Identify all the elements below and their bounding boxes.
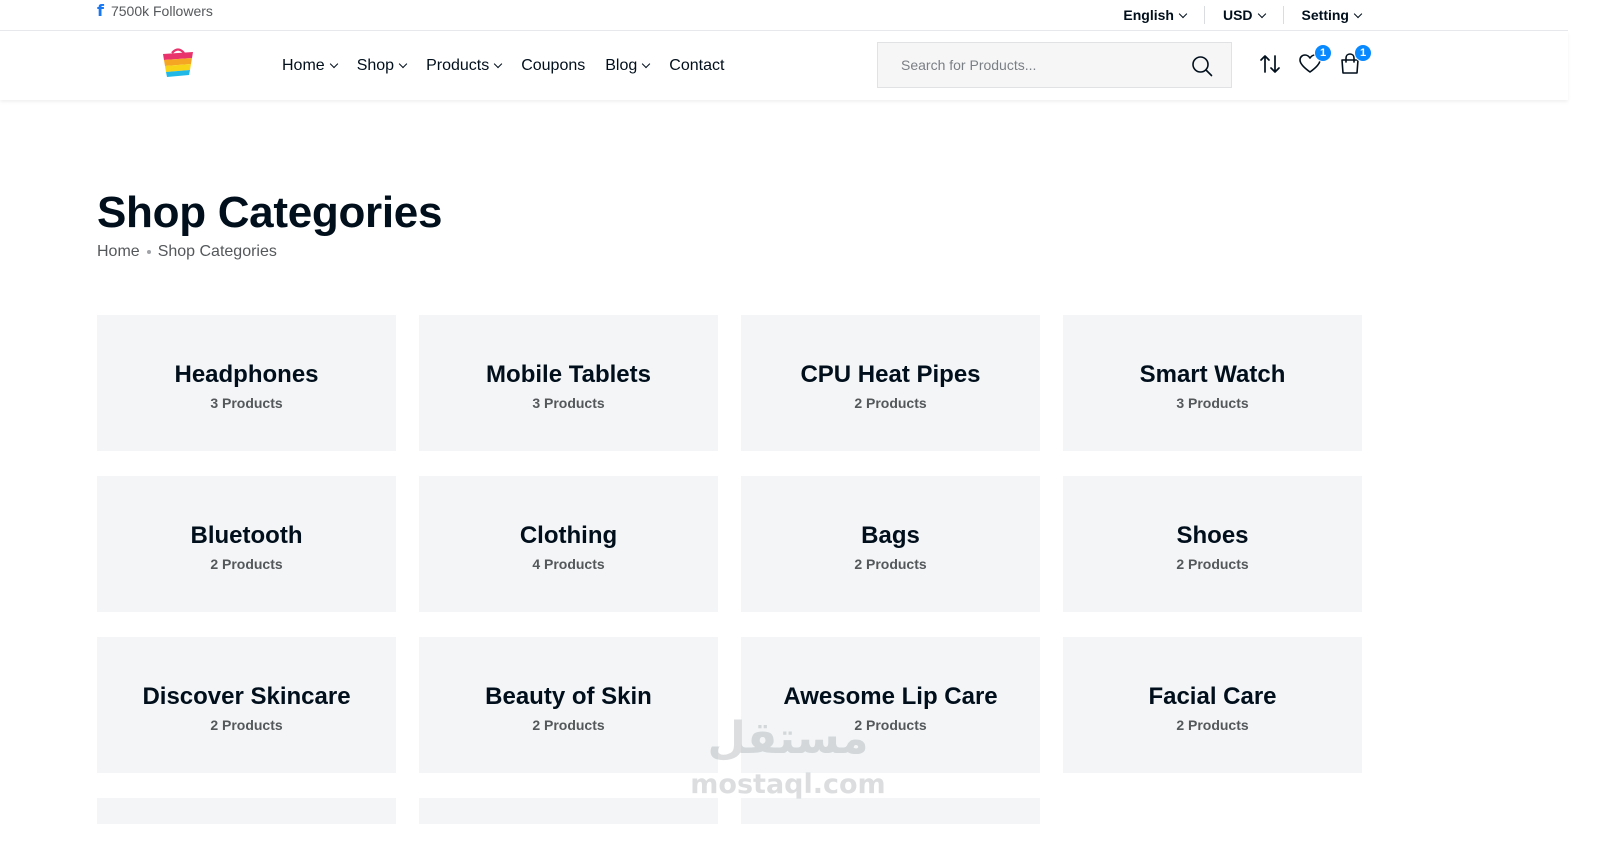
main-header: Home Shop Products Coupons Blog Contact (0, 31, 1568, 100)
nav-item-label: Contact (669, 56, 725, 74)
nav-item-contact[interactable]: Contact (669, 57, 724, 75)
nav-item-label: Shop (356, 56, 395, 74)
main-nav: Home Shop Products Coupons Blog Contact (282, 31, 724, 100)
breadcrumb-separator (146, 250, 151, 254)
category-product-count: 3 Products (532, 395, 605, 411)
category-name: Headphones (174, 361, 319, 388)
nav-item-label: Products (426, 56, 490, 74)
nav-item-home[interactable]: Home (282, 56, 338, 75)
chevron-down-icon (1353, 9, 1363, 18)
category-card[interactable]: Mobile Tablets 3 Products (419, 315, 718, 451)
chevron-down-icon (329, 59, 338, 68)
nav-item-blog[interactable]: Blog (605, 56, 651, 75)
category-product-count: 2 Products (210, 556, 283, 572)
nav-item-coupons[interactable]: Coupons (521, 57, 585, 75)
currency-dropdown[interactable]: USD (1205, 6, 1284, 24)
compare-button[interactable] (1258, 51, 1282, 77)
currency-label: USD (1222, 7, 1253, 23)
category-name: CPU Heat Pipes (800, 361, 981, 388)
category-product-count: 2 Products (854, 717, 927, 733)
compare-arrows-icon (1260, 55, 1280, 73)
setting-dropdown[interactable]: Setting (1284, 6, 1363, 24)
nav-item-label: Home (282, 56, 325, 74)
category-card[interactable]: Facial Care 2 Products (1063, 637, 1362, 773)
category-card[interactable]: Clothing 4 Products (419, 476, 718, 612)
breadcrumb-current: Shop Categories (157, 243, 277, 260)
nav-item-shop[interactable]: Shop (356, 56, 408, 75)
category-product-count: 2 Products (532, 717, 605, 733)
category-name: Discover Skincare (142, 683, 351, 710)
search-input[interactable] (878, 57, 1178, 73)
category-card[interactable] (97, 798, 396, 824)
cart-count-badge: 1 (1354, 44, 1372, 62)
logo[interactable] (160, 47, 196, 79)
category-card[interactable]: Beauty of Skin 2 Products (419, 637, 718, 773)
category-product-count: 3 Products (1176, 395, 1249, 411)
chevron-down-icon (1257, 9, 1266, 18)
category-grid: Headphones 3 Products Mobile Tablets 3 P… (97, 315, 1362, 824)
facebook-icon: f (97, 1, 104, 20)
top-bar-settings: English USD Setting (1105, 0, 1363, 30)
header-actions: 1 1 (1258, 44, 1372, 77)
category-name: Shoes (1176, 522, 1249, 549)
chevron-down-icon (398, 59, 408, 68)
followers-link[interactable]: f 7500k Followers (97, 2, 213, 20)
category-product-count: 2 Products (854, 556, 927, 572)
search-icon[interactable] (1191, 55, 1213, 77)
chevron-down-icon (493, 59, 503, 68)
search-box (877, 42, 1232, 88)
category-name: Smart Watch (1139, 361, 1286, 388)
category-product-count: 3 Products (210, 395, 283, 411)
category-name: Bags (861, 522, 920, 549)
category-name: Mobile Tablets (486, 361, 651, 388)
wishlist-count-badge: 1 (1314, 44, 1332, 62)
category-product-count: 2 Products (1176, 556, 1249, 572)
category-name: Clothing (519, 522, 618, 549)
top-bar: f 7500k Followers English USD Setting (0, 0, 1568, 31)
wishlist-button[interactable]: 1 (1298, 44, 1332, 77)
setting-label: Setting (1301, 7, 1349, 23)
category-name: Awesome Lip Care (783, 683, 998, 710)
shopping-bag-logo-icon (163, 48, 193, 77)
cart-button[interactable]: 1 (1338, 44, 1372, 77)
breadcrumb-home-link[interactable]: Home (97, 243, 140, 261)
category-card[interactable]: Discover Skincare 2 Products (97, 637, 396, 773)
chevron-down-icon (1178, 9, 1188, 18)
category-product-count: 4 Products (532, 556, 605, 572)
language-dropdown[interactable]: English (1105, 6, 1205, 24)
category-name: Beauty of Skin (485, 683, 652, 710)
category-product-count: 2 Products (1176, 717, 1249, 733)
category-name: Facial Care (1148, 683, 1277, 710)
nav-item-label: Blog (605, 56, 638, 74)
category-name: Bluetooth (190, 522, 303, 549)
nav-item-products[interactable]: Products (426, 56, 503, 75)
category-card[interactable]: CPU Heat Pipes 2 Products (741, 315, 1040, 451)
category-card[interactable]: Bluetooth 2 Products (97, 476, 396, 612)
category-card[interactable] (741, 798, 1040, 824)
category-card[interactable]: Smart Watch 3 Products (1063, 315, 1362, 451)
page-title: Shop Categories (97, 188, 443, 237)
category-card[interactable]: Awesome Lip Care 2 Products (741, 637, 1040, 773)
breadcrumb: Home Shop Categories (97, 243, 277, 261)
followers-text: 7500k Followers (110, 3, 213, 19)
language-label: English (1123, 7, 1174, 23)
category-card[interactable]: Bags 2 Products (741, 476, 1040, 612)
category-card[interactable]: Shoes 2 Products (1063, 476, 1362, 612)
category-card[interactable] (419, 798, 718, 824)
category-card[interactable]: Headphones 3 Products (97, 315, 396, 451)
category-product-count: 2 Products (854, 395, 927, 411)
nav-item-label: Coupons (521, 56, 586, 74)
chevron-down-icon (642, 59, 651, 68)
category-product-count: 2 Products (210, 717, 283, 733)
